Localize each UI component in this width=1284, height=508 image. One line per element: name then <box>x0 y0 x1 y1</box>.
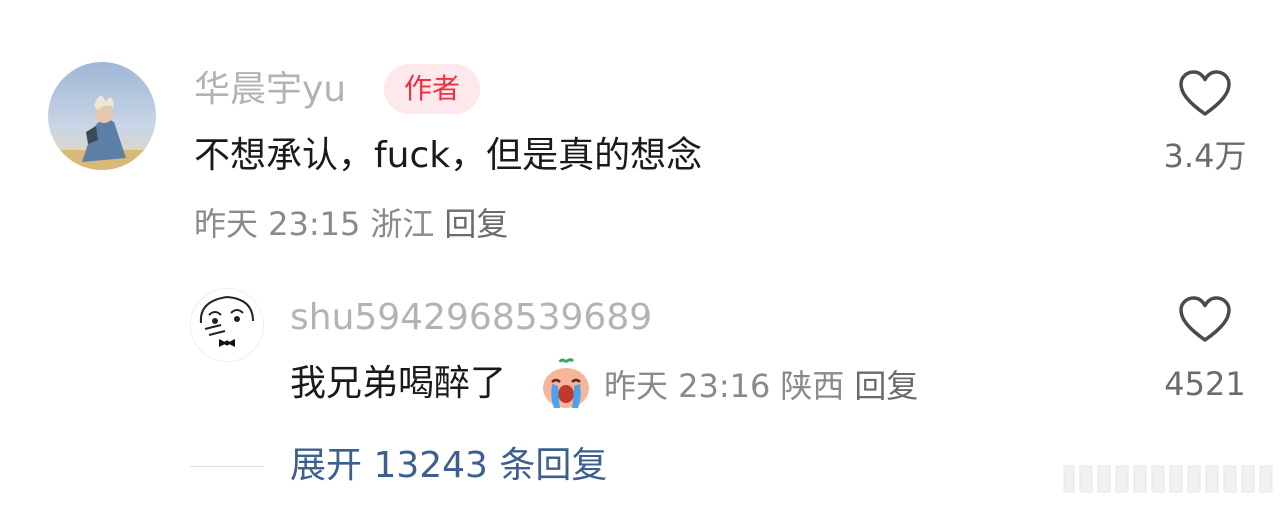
reply-like-button[interactable] <box>1178 296 1232 344</box>
author-badge: 作者 <box>384 64 480 114</box>
comment-like-count: 3.4万 <box>1163 137 1247 175</box>
comment-thread: 华晨宇yu 作者 不想承认，fuck，但是真的想念 昨天 23:15 浙江 回复 3… <box>0 0 1284 508</box>
author-username[interactable]: 华晨宇yu <box>194 68 346 112</box>
reply-username[interactable]: shu5942968539689 <box>290 296 652 340</box>
author-avatar-image <box>48 62 156 170</box>
watermark-pattern <box>1062 462 1274 496</box>
comment-text: 不想承认，fuck，但是真的想念 <box>194 135 703 176</box>
expand-divider <box>190 466 264 467</box>
reply-reply-button[interactable]: 回复 <box>854 367 918 405</box>
comment-location: 浙江 <box>370 205 435 243</box>
crying-emoji-icon <box>543 358 589 408</box>
reply-location: 陕西 <box>780 367 845 405</box>
comment-meta: 昨天 23:15 浙江 回复 <box>194 204 518 244</box>
author-avatar[interactable] <box>48 62 156 170</box>
reply-avatar-image <box>191 289 263 361</box>
reply-time: 昨天 23:16 <box>604 367 771 405</box>
reply-text: 我兄弟喝醉了 <box>290 363 507 404</box>
crying-emoji-sticker <box>540 358 592 410</box>
reply-meta: 昨天 23:16 陕西 回复 <box>604 366 928 406</box>
comment-reply-button[interactable]: 回复 <box>444 205 508 243</box>
reply-like-count: 4521 <box>1164 365 1246 403</box>
heart-outline-icon <box>1179 296 1231 342</box>
heart-outline-icon <box>1179 70 1231 116</box>
expand-replies-button[interactable]: 展开 13243 条回复 <box>290 444 607 488</box>
reply-user-avatar[interactable] <box>190 288 264 362</box>
comment-like-button[interactable] <box>1178 70 1232 118</box>
comment-time: 昨天 23:15 <box>194 205 361 243</box>
